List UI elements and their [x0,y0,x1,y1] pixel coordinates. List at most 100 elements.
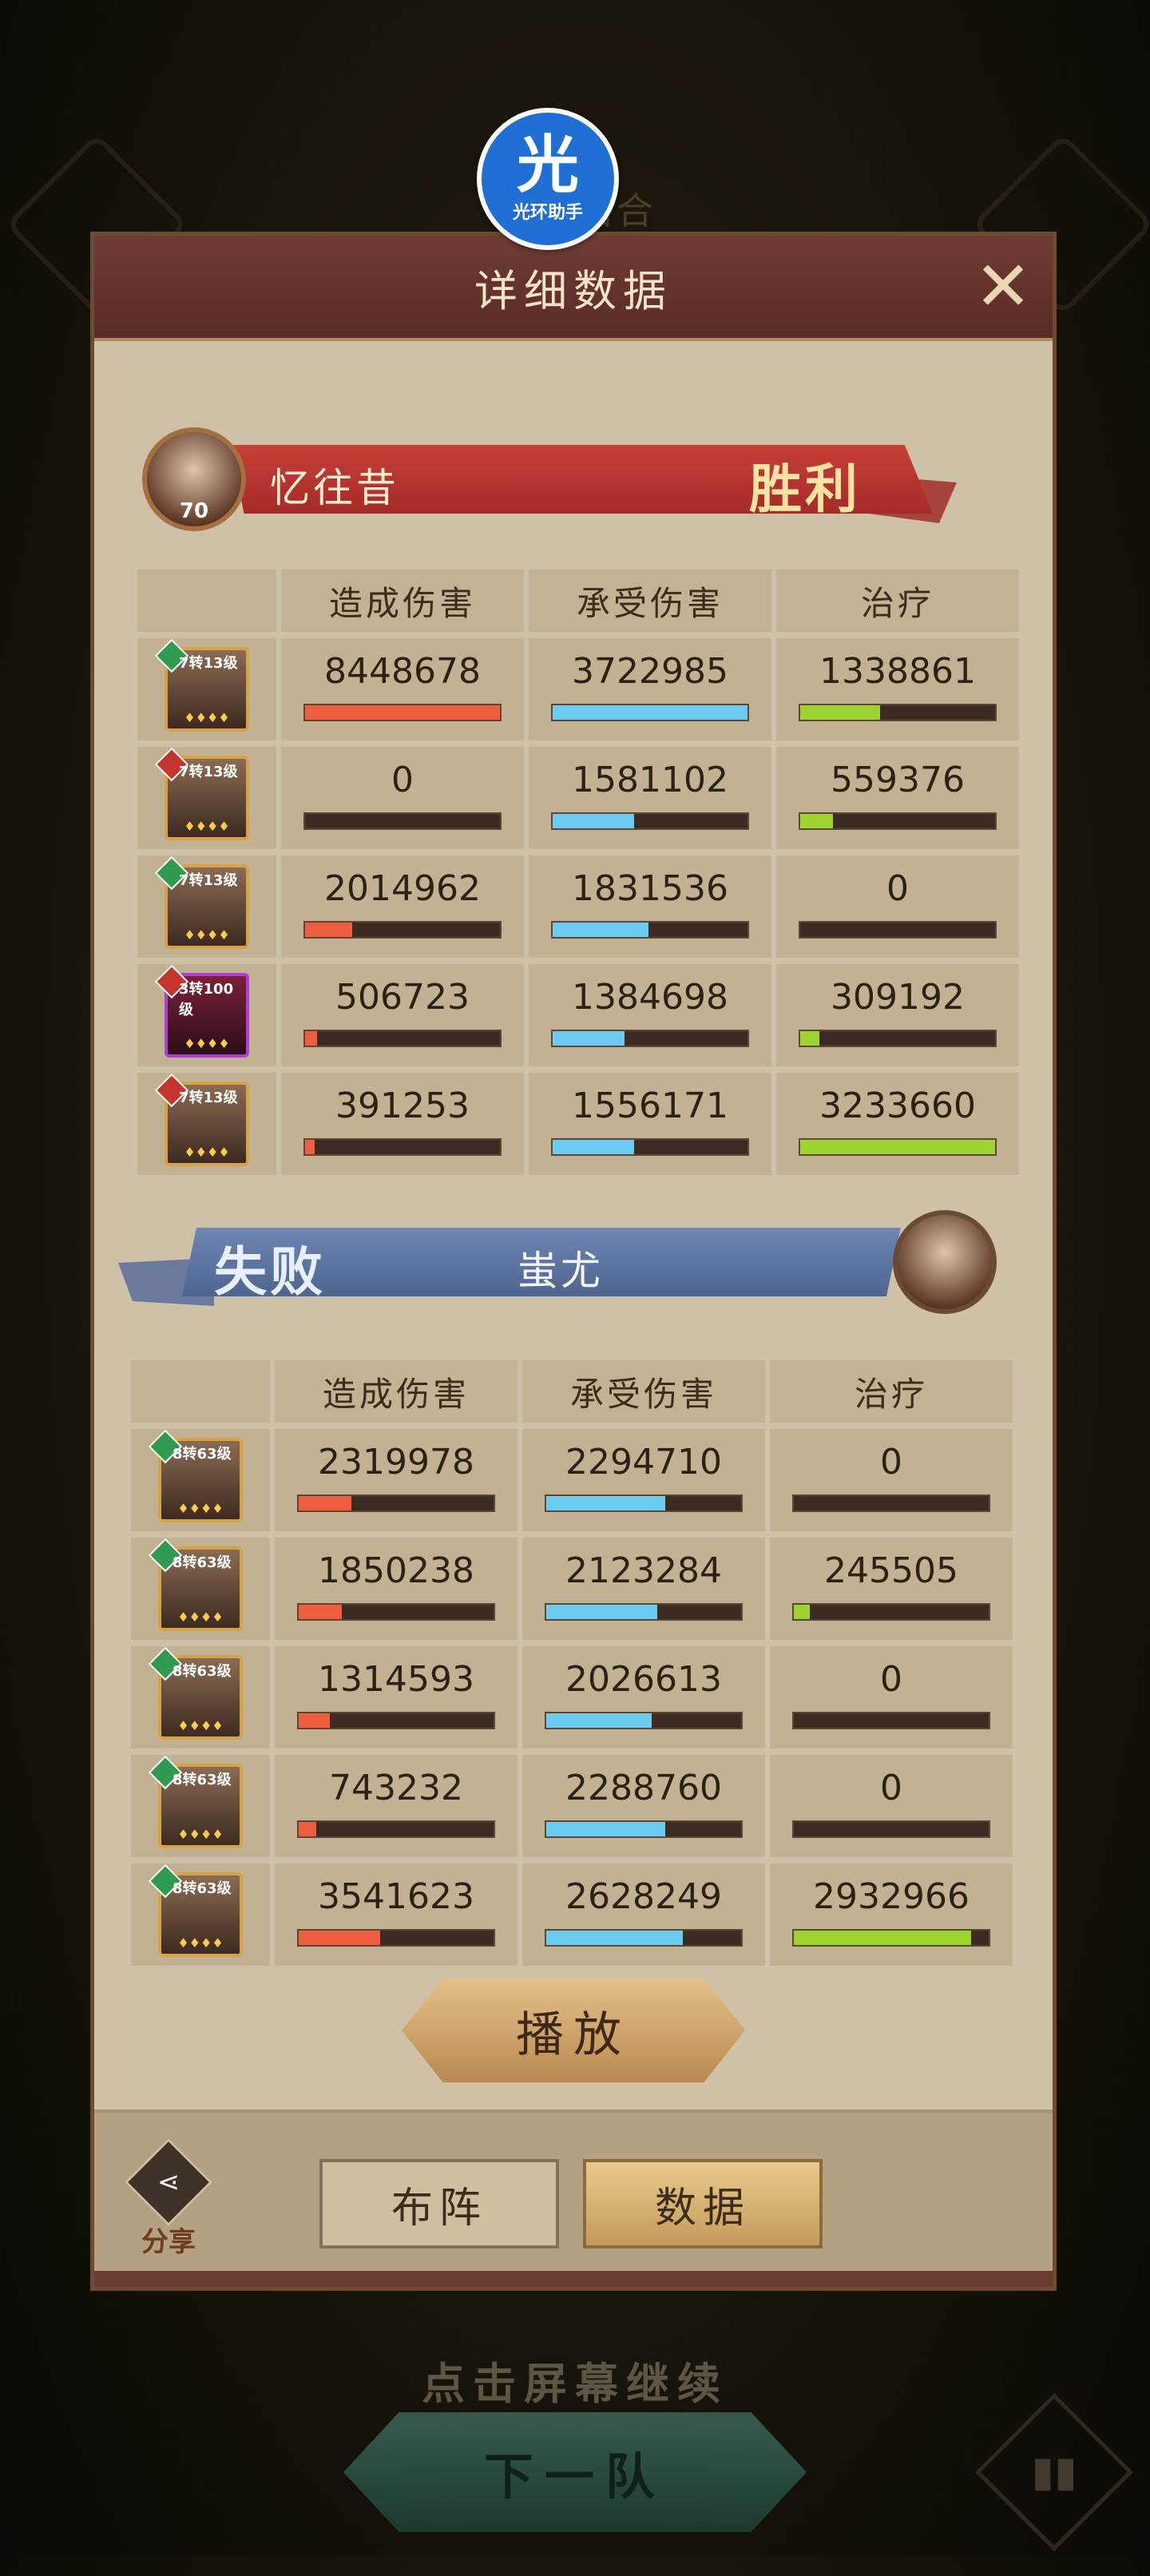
damage-taken-cell: 1556171 [529,1073,771,1175]
damage-taken-bar [551,812,749,830]
damage-dealt-bar [303,1030,502,1047]
damage-taken-cell: 1581102 [529,747,771,849]
damage-taken-bar [545,1820,743,1838]
star-pips-icon: ♦♦♦♦ [177,1610,224,1625]
next-team-button[interactable]: 下一队 [343,2412,807,2532]
hero-stat-row: 7转13级 ♦♦♦♦ 0 1581102 559376 [137,747,1022,849]
damage-taken-bar [551,1030,749,1047]
damage-taken-bar [551,921,749,939]
star-pips-icon: ♦♦♦♦ [184,1036,230,1051]
hero-portrait[interactable]: 8转63级 ♦♦♦♦ [148,1864,243,1957]
damage-dealt-bar-fill [305,923,352,937]
healing-bar-fill [800,1031,820,1046]
damage-dealt-bar [297,1603,495,1621]
hero-portrait[interactable]: 7转13级 ♦♦♦♦ [154,638,249,732]
damage-dealt-bar-fill [299,1713,331,1728]
tap-to-continue-text[interactable]: 点击屏幕继续 [0,2348,1150,2411]
healing-value: 0 [880,1442,902,1482]
damage-dealt-cell: 1850238 [275,1538,518,1640]
hero-level-tag: 7转13级 [179,1090,238,1106]
damage-dealt-bar [303,921,502,939]
team1-avatar: 70 [142,427,246,531]
play-replay-button[interactable]: 播放 [402,1979,745,2082]
healing-cell: 0 [770,1646,1013,1748]
damage-taken-bar [545,1603,743,1621]
damage-dealt-value: 391253 [335,1086,470,1126]
damage-taken-bar-fill [553,1031,625,1046]
damage-dealt-bar-fill [305,705,500,720]
header-damage-taken: 承受伤害 [522,1360,765,1423]
star-pips-icon: ♦♦♦♦ [177,1501,224,1516]
damage-taken-value: 1581102 [572,760,728,800]
header-damage-taken: 承受伤害 [529,570,771,632]
damage-taken-cell: 3722985 [529,638,771,740]
share-button[interactable]: ⋖ 分享 [124,2137,213,2263]
hero-portrait[interactable]: 7转13级 ♦♦♦♦ [154,747,249,840]
healing-value: 2932966 [813,1876,970,1917]
healing-bar [799,812,997,830]
hero-portrait[interactable]: 7转13级 ♦♦♦♦ [154,855,249,949]
hero-portrait[interactable]: 8转63级 ♦♦♦♦ [148,1538,243,1631]
damage-dealt-cell: 743232 [275,1755,518,1857]
star-pips-icon: ♦♦♦♦ [184,819,230,834]
damage-dealt-value: 1314593 [318,1659,474,1700]
damage-dealt-bar-fill [299,1605,342,1619]
damage-taken-value: 2628249 [565,1876,722,1917]
team2-avatar [893,1210,997,1314]
tab-formation[interactable]: 布阵 [319,2159,559,2249]
detail-data-dialog: 详细数据 ✕ 70 忆往昔 胜利 造成伤害 承受伤害 治疗 7转13级 ♦♦♦♦ 8… [90,232,1057,2291]
hero-portrait[interactable]: 8转63级 ♦♦♦♦ [148,1429,243,1522]
star-pips-icon: ♦♦♦♦ [184,710,230,725]
hero-stat-row: 8转63级 ♦♦♦♦ 3541623 2628249 2932966 [131,1864,1016,1966]
damage-dealt-value: 2014962 [324,868,481,909]
damage-dealt-bar [303,704,502,721]
damage-taken-value: 1831536 [572,868,728,909]
team2-stats-table: 造成伤害 承受伤害 治疗 8转63级 ♦♦♦♦ 2319978 2294710 0 8转6… [131,1360,1016,1972]
healing-bar [799,1138,997,1156]
damage-taken-value: 1384698 [572,977,728,1018]
damage-dealt-cell: 1314593 [275,1646,518,1748]
healing-bar-fill [800,1140,995,1154]
hero-stat-row: 7转13级 ♦♦♦♦ 8448678 3722985 1338861 [137,638,1022,740]
team2-result: 失败 [214,1240,326,1303]
bar-chart-icon[interactable]: ▮▮ [975,2393,1133,2551]
healing-bar [792,1929,990,1947]
hero-level-tag: 7转13级 [179,764,238,780]
close-icon[interactable]: ✕ [971,247,1035,327]
team1-name: 忆往昔 [270,465,399,511]
healing-value: 0 [880,1768,902,1808]
damage-taken-cell: 2288760 [522,1755,765,1857]
hero-portrait[interactable]: 8转63级 ♦♦♦♦ [148,1646,243,1740]
damage-taken-bar [545,1929,743,1947]
damage-taken-bar-fill [546,1605,658,1619]
hero-portrait[interactable]: 7转13级 ♦♦♦♦ [154,1073,249,1166]
damage-dealt-cell: 8448678 [281,638,524,740]
damage-taken-bar-fill [553,923,648,937]
damage-dealt-bar-fill [299,1496,351,1510]
damage-taken-cell: 2628249 [522,1864,765,1966]
damage-dealt-bar-fill [299,1931,381,1945]
header-damage-dealt: 造成伤害 [275,1360,518,1423]
damage-dealt-cell: 3541623 [275,1864,518,1966]
hero-stat-row: 7转13级 ♦♦♦♦ 2014962 1831536 0 [137,855,1022,958]
team1-table-header: 造成伤害 承受伤害 治疗 [137,570,1022,632]
damage-dealt-cell: 2014962 [281,855,524,958]
damage-dealt-cell: 506723 [281,964,524,1066]
hero-portrait[interactable]: 8转63级 ♦♦♦♦ [148,1755,243,1848]
star-pips-icon: ♦♦♦♦ [184,927,230,943]
damage-dealt-bar [303,812,502,830]
team1-stats-table: 造成伤害 承受伤害 治疗 7转13级 ♦♦♦♦ 8448678 3722985 1338… [137,570,1022,1181]
healing-bar [792,1712,990,1729]
team2-table-header: 造成伤害 承受伤害 治疗 [131,1360,1016,1423]
healing-bar-fill [800,705,881,720]
star-pips-icon: ♦♦♦♦ [177,1718,224,1733]
healing-bar [792,1494,990,1512]
healing-bar-fill [800,814,834,828]
hero-portrait[interactable]: 3转100级 ♦♦♦♦ [154,964,249,1058]
tab-data[interactable]: 数据 [583,2159,823,2249]
damage-taken-value: 2123284 [565,1550,722,1591]
damage-dealt-bar-fill [305,1140,315,1154]
team1-banner: 70 忆往昔 胜利 [142,427,957,531]
dialog-footer: ⋖ 分享 布阵 数据 [94,2110,1053,2287]
damage-dealt-value: 743232 [329,1768,463,1808]
